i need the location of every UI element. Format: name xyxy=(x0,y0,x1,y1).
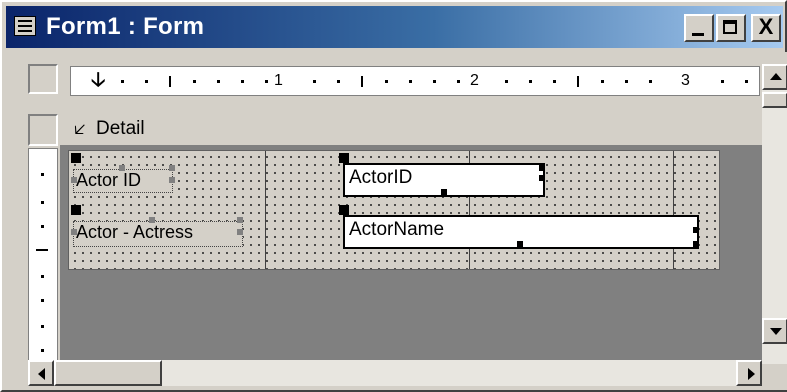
horizontal-ruler[interactable]: 🡣 1 2 3 xyxy=(70,66,760,96)
form-design-area: 🡣 1 2 3 🡧 Detail Actor ID Actor - Actres… xyxy=(10,52,787,390)
detail-section-header[interactable]: 🡧 Detail xyxy=(60,114,762,146)
ruler-tick xyxy=(145,80,148,83)
form-window: Form1 : Form X 🡣 1 2 3 🡧 Detail Actor ID… xyxy=(0,0,787,392)
ruler-tick xyxy=(721,80,724,83)
move-handle[interactable] xyxy=(339,205,349,215)
ruler-number: 2 xyxy=(470,72,479,89)
resize-handle[interactable] xyxy=(169,177,175,183)
scroll-down-button[interactable] xyxy=(762,318,787,344)
ruler-tick xyxy=(41,275,44,278)
resize-handle[interactable] xyxy=(693,227,699,233)
ruler-tick xyxy=(649,80,652,83)
grid-line xyxy=(673,151,674,269)
ruler-tick xyxy=(553,80,556,83)
scroll-left-icon xyxy=(38,368,45,380)
minimize-button[interactable] xyxy=(684,14,714,42)
ruler-tick xyxy=(337,80,340,83)
ruler-tick xyxy=(265,80,268,83)
move-handle[interactable] xyxy=(71,153,81,163)
ruler-tick xyxy=(313,80,316,83)
resize-handle[interactable] xyxy=(517,241,523,247)
maximize-button[interactable] xyxy=(716,14,746,42)
resize-handle[interactable] xyxy=(539,165,545,171)
resize-handle[interactable] xyxy=(237,229,243,235)
ruler-tick xyxy=(361,76,363,87)
vertical-ruler[interactable] xyxy=(28,148,58,362)
minimize-icon xyxy=(692,33,704,36)
horizontal-scrollbar[interactable] xyxy=(28,360,762,386)
ruler-tick xyxy=(529,80,532,83)
ruler-tick xyxy=(241,80,244,83)
ruler-tick xyxy=(41,201,44,204)
ruler-tick xyxy=(169,76,171,87)
detail-grid[interactable]: Actor ID Actor - Actress ActorID ActorNa… xyxy=(68,150,720,270)
vertical-scroll-thumb[interactable] xyxy=(762,92,787,108)
resize-handle[interactable] xyxy=(441,189,447,195)
ruler-tick xyxy=(409,80,412,83)
section-arrow-icon: 🡧 xyxy=(74,119,86,139)
scroll-down-icon xyxy=(770,328,782,335)
scroll-up-button[interactable] xyxy=(762,64,787,90)
resize-handle[interactable] xyxy=(237,217,243,223)
close-icon: X xyxy=(758,14,774,39)
ruler-marker-icon: 🡣 xyxy=(91,69,106,91)
ruler-tick xyxy=(41,225,44,228)
resize-handle[interactable] xyxy=(119,165,125,171)
window-title: Form1 : Form xyxy=(46,13,205,40)
ruler-tick xyxy=(601,80,604,83)
ruler-tick xyxy=(36,249,48,251)
form-selector[interactable] xyxy=(28,64,58,94)
ruler-tick xyxy=(625,80,628,83)
actor-actress-label[interactable]: Actor - Actress xyxy=(73,221,243,247)
ruler-tick xyxy=(217,80,220,83)
ruler-tick xyxy=(41,173,44,176)
actor-id-label[interactable]: Actor ID xyxy=(73,169,173,193)
scroll-up-icon xyxy=(770,73,782,80)
ruler-tick xyxy=(193,80,196,83)
ruler-tick xyxy=(41,325,44,328)
scroll-left-button[interactable] xyxy=(28,360,54,386)
ruler-tick xyxy=(457,80,460,83)
vertical-scrollbar[interactable] xyxy=(762,64,787,364)
grid-line xyxy=(265,151,266,269)
title-bar[interactable]: Form1 : Form X xyxy=(6,6,783,48)
detail-section-label: Detail xyxy=(96,118,145,139)
move-handle[interactable] xyxy=(339,153,349,163)
ruler-number: 3 xyxy=(681,72,690,89)
scroll-right-icon xyxy=(748,368,755,380)
resize-handle[interactable] xyxy=(71,177,77,183)
ruler-tick xyxy=(385,80,388,83)
ruler-tick xyxy=(433,80,436,83)
resize-handle[interactable] xyxy=(693,241,699,247)
resize-handle[interactable] xyxy=(169,165,175,171)
ruler-number: 1 xyxy=(274,72,283,89)
close-button[interactable]: X xyxy=(751,14,781,42)
resize-handle[interactable] xyxy=(71,229,77,235)
maximize-icon xyxy=(723,20,737,34)
form-icon[interactable] xyxy=(14,16,36,36)
scroll-right-button[interactable] xyxy=(736,360,762,386)
ruler-tick xyxy=(505,80,508,83)
ruler-tick xyxy=(577,76,579,87)
resize-handle[interactable] xyxy=(539,175,545,181)
design-canvas[interactable]: 🡧 Detail Actor ID Actor - Actress ActorI… xyxy=(60,114,762,364)
ruler-tick xyxy=(41,349,44,352)
resize-handle[interactable] xyxy=(149,217,155,223)
ruler-tick xyxy=(41,299,44,302)
ruler-tick xyxy=(121,80,124,83)
horizontal-scroll-thumb[interactable] xyxy=(54,360,162,386)
ruler-tick xyxy=(745,80,748,83)
section-selector[interactable] xyxy=(28,114,58,146)
move-handle[interactable] xyxy=(71,205,81,215)
